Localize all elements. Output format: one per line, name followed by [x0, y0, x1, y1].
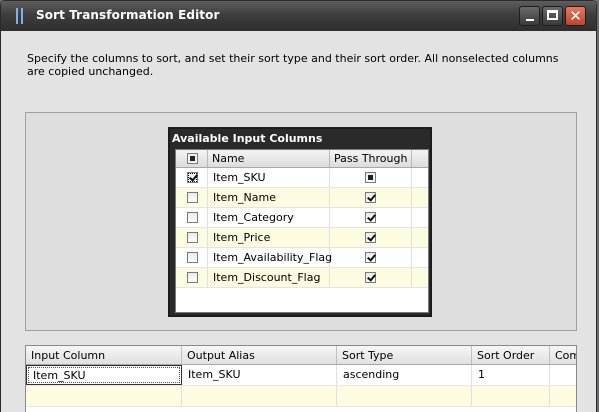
available-columns-title: Available Input Columns [172, 132, 323, 145]
output-alias-cell[interactable] [182, 386, 337, 406]
available-column-row[interactable]: Item_Availability_Flag [176, 248, 428, 268]
sort-grid-header: Input Column Output Alias Sort Type Sort… [26, 346, 576, 365]
pass-through-cell [330, 268, 412, 287]
column-name-cell: Item_Availability_Flag [208, 248, 332, 267]
sort-order-cell[interactable]: 1 [472, 365, 550, 385]
window-title: Sort Transformation Editor [36, 8, 220, 22]
app-icon [15, 8, 25, 24]
output-alias-cell[interactable]: Item_SKU [182, 365, 337, 385]
column-name-cell: Item_Name [208, 188, 330, 207]
pass-through-cell [330, 248, 412, 267]
close-icon: ✕ [569, 7, 582, 25]
input-column-cell[interactable]: Item_SKU [26, 365, 182, 385]
available-column-row[interactable]: Item_Price [176, 228, 428, 248]
sort-order-header[interactable]: Sort Order [472, 346, 550, 364]
available-columns-header: Name Pass Through [176, 150, 428, 168]
comparison-flags-cell[interactable] [550, 365, 576, 385]
select-column-checkbox[interactable] [187, 272, 198, 283]
maximize-icon [547, 10, 558, 20]
select-all-header [176, 150, 208, 167]
maximize-button[interactable] [542, 6, 563, 26]
column-name-cell: Item_SKU [208, 168, 330, 187]
pass-through-checkbox[interactable] [365, 252, 376, 263]
pass-through-checkbox[interactable] [365, 172, 376, 183]
sort-grid-new-row[interactable] [26, 386, 576, 407]
available-input-columns-box[interactable]: Available Input Columns Name Pass Throug… [168, 127, 432, 317]
select-column-checkbox[interactable] [187, 232, 198, 243]
available-column-row[interactable]: Item_Discount_Flag [176, 268, 428, 288]
select-column-checkbox[interactable] [187, 212, 198, 223]
title-bar[interactable]: Sort Transformation Editor ✕ [1, 1, 596, 31]
comparison-flags-cell[interactable] [550, 386, 576, 406]
pass-through-cell [330, 188, 412, 207]
sort-order-cell[interactable] [472, 386, 550, 406]
select-cell [176, 248, 208, 267]
select-column-checkbox[interactable] [187, 172, 198, 183]
close-button[interactable]: ✕ [565, 6, 586, 26]
select-column-checkbox[interactable] [187, 192, 198, 203]
pass-through-checkbox[interactable] [365, 212, 376, 223]
column-name-cell: Item_Category [208, 208, 330, 227]
pass-through-checkbox[interactable] [365, 272, 376, 283]
sort-type-header[interactable]: Sort Type [337, 346, 472, 364]
column-name-cell: Item_Price [208, 228, 330, 247]
sort-columns-grid: Input Column Output Alias Sort Type Sort… [25, 345, 577, 412]
minimize-icon [526, 19, 534, 21]
output-alias-header[interactable]: Output Alias [182, 346, 337, 364]
comparison-flags-header[interactable]: Com [550, 346, 576, 364]
name-column-header[interactable]: Name [208, 150, 330, 167]
select-cell [176, 228, 208, 247]
pass-through-checkbox[interactable] [365, 192, 376, 203]
instructions-text: Specify the columns to sort, and set the… [27, 52, 559, 78]
select-cell [176, 268, 208, 287]
select-all-checkbox[interactable] [187, 153, 198, 164]
pass-through-cell [330, 168, 412, 187]
select-cell [176, 188, 208, 207]
pass-through-column-header[interactable]: Pass Through [330, 150, 412, 167]
pass-through-cell [330, 208, 412, 227]
sort-type-cell[interactable]: ascending [337, 365, 472, 385]
available-columns-grid: Name Pass Through Item_SKU Item_Name Item_… [175, 149, 429, 313]
minimize-button[interactable] [519, 6, 540, 26]
available-column-row[interactable]: Item_Category [176, 208, 428, 228]
select-column-checkbox[interactable] [187, 252, 198, 263]
input-column-header[interactable]: Input Column [26, 346, 182, 364]
sort-transformation-editor-window: Sort Transformation Editor ✕ Specify the… [0, 0, 597, 412]
available-column-row[interactable]: Item_SKU [176, 168, 428, 188]
sort-grid-row[interactable]: Item_SKU Item_SKU ascending 1 [26, 365, 576, 386]
input-column-cell[interactable] [26, 386, 182, 406]
pass-through-cell [330, 228, 412, 247]
select-cell [176, 208, 208, 227]
pass-through-checkbox[interactable] [365, 232, 376, 243]
column-name-cell: Item_Discount_Flag [208, 268, 330, 287]
available-column-row[interactable]: Item_Name [176, 188, 428, 208]
sort-type-cell[interactable] [337, 386, 472, 406]
select-cell [176, 168, 208, 187]
